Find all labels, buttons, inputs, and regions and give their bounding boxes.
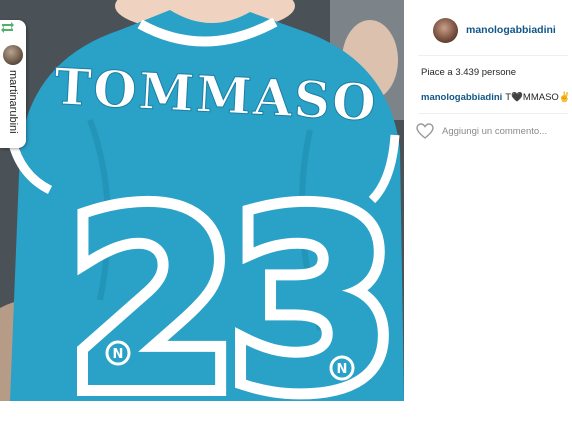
repost-badge[interactable]: martinarubini — [0, 20, 26, 148]
author-username[interactable]: manologabbiadini — [466, 24, 556, 36]
header-divider — [418, 55, 568, 56]
likes-count[interactable]: Piace a 3.439 persone — [421, 67, 516, 78]
badge-right-letter: N — [337, 362, 348, 377]
comment-input[interactable] — [442, 123, 564, 139]
author-avatar[interactable] — [433, 18, 458, 43]
jersey-illustration: TOMMASO 23 N N — [0, 0, 404, 401]
repost-icon — [1, 22, 14, 33]
post-sidebar: manologabbiadini Piace a 3.439 persone m… — [404, 0, 572, 425]
caption-username[interactable]: manologabbiadini — [421, 92, 502, 103]
badge-left-letter: N — [113, 347, 124, 362]
repost-avatar[interactable] — [3, 45, 23, 65]
post-photo[interactable]: TOMMASO 23 N N martinarubini — [0, 0, 404, 401]
repost-username[interactable]: martinarubini — [2, 70, 24, 144]
caption-divider — [418, 113, 568, 114]
caption-text: T🖤MMASO✌ — [505, 92, 571, 103]
post-caption: manologabbiadini T🖤MMASO✌ — [421, 92, 571, 103]
heart-outline-icon[interactable] — [416, 123, 434, 139]
